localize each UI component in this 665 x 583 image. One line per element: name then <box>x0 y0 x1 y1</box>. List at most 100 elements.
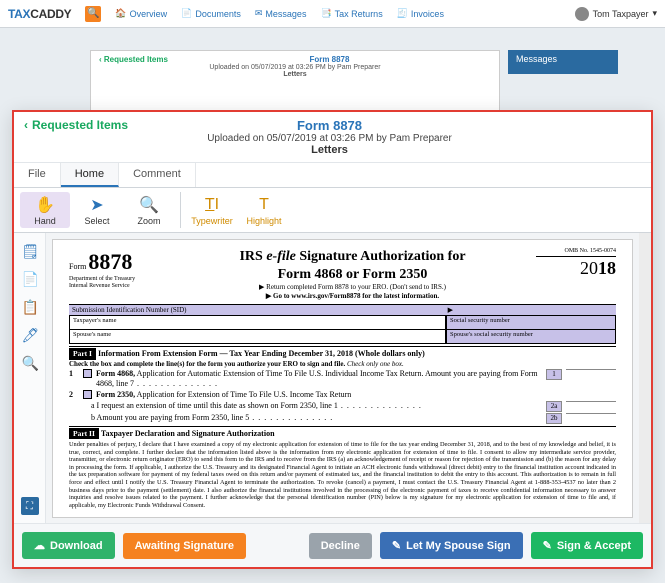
nav-tax-returns-label: Tax Returns <box>335 9 383 19</box>
nav-documents[interactable]: 📄 Documents <box>181 8 241 19</box>
user-menu[interactable]: Tom Taxpayer ▾ <box>575 7 657 21</box>
doc-form-number: 8878 <box>88 249 132 274</box>
document-pane[interactable]: Form 8878 Department of the Treasury Int… <box>46 233 639 523</box>
vertical-scrollbar[interactable] <box>639 233 651 523</box>
nav-documents-label: Documents <box>195 9 241 19</box>
zoom-icon: 🔍 <box>139 194 159 216</box>
nav-invoices-label: Invoices <box>411 9 444 19</box>
checkbox-2350[interactable] <box>83 390 92 399</box>
nav-overview-label: Overview <box>130 9 168 19</box>
doc-part2-title: Taxpayer Declaration and Signature Autho… <box>101 429 275 438</box>
modal-letters: Letters <box>128 144 531 156</box>
doc-line2b-text: b Amount you are paying from Form 2350, … <box>91 413 538 423</box>
action-bar: ☁ Download Awaiting Signature Decline ✎ … <box>14 523 651 567</box>
tool-select[interactable]: ➤ Select <box>72 192 122 228</box>
doc-dept1: Department of the Treasury <box>69 276 169 284</box>
nav-messages[interactable]: ✉ Messages <box>255 8 307 19</box>
stamp-icon[interactable]: 🖊 <box>22 327 38 343</box>
highlight-icon: T <box>259 194 269 216</box>
tab-comment[interactable]: Comment <box>119 163 196 187</box>
doc-line2-num: 2 <box>69 390 79 400</box>
viewer-toolbar: ✋ Hand ➤ Select 🔍 Zoom T̲I Typewriter T … <box>14 188 651 233</box>
sign-accept-button[interactable]: ✎ Sign & Accept <box>531 532 643 559</box>
brand-a: TAX <box>8 7 30 21</box>
doc-line2a-text: a I request an extension of time until t… <box>91 401 538 411</box>
pen-icon: ✎ <box>543 539 552 552</box>
user-name: Tom Taxpayer <box>593 9 649 19</box>
doc-declaration-text: Under penalties of perjury, I declare th… <box>69 441 616 509</box>
tool-typewriter-label: Typewriter <box>191 216 233 226</box>
sid-arrow-icon: ▶ <box>448 306 453 315</box>
document-modal: ‹ Requested Items Form 8878 Uploaded on … <box>12 110 653 569</box>
page-icon[interactable]: 📄 <box>22 271 38 287</box>
viewer-sidebar: 🗒 📄 📋 🖊 🔍 ⛶ <box>14 233 46 523</box>
doc-part1-title: Information From Extension Form — Tax Ye… <box>98 349 425 358</box>
doc-line1-text: Form 4868, Application for Automatic Ext… <box>96 369 538 389</box>
bg-requested-items: ‹ Requested Items <box>99 55 168 64</box>
back-requested-items[interactable]: ‹ Requested Items <box>24 118 128 132</box>
doc-checkline: Check the box and complete the line(s) f… <box>69 360 616 369</box>
doc-sub1: ▶ Return completed Form 8878 to your ERO… <box>179 283 526 292</box>
doc-omb: OMB No. 1545-0074 <box>536 248 616 257</box>
typewriter-icon: T̲I <box>205 194 219 216</box>
doc-line1-cell: 1 <box>546 369 562 380</box>
doc-year-a: 20 <box>580 258 598 278</box>
modal-title: Form 8878 <box>128 118 531 133</box>
bg-sub: Uploaded on 05/07/2019 at 03:26 PM by Pa… <box>99 64 491 71</box>
nav-messages-label: Messages <box>265 9 306 19</box>
back-label: Requested Items <box>32 118 128 132</box>
cloud-download-icon: ☁ <box>34 539 45 552</box>
tool-zoom[interactable]: 🔍 Zoom <box>124 192 174 228</box>
tool-zoom-label: Zoom <box>137 216 160 226</box>
cursor-icon: ➤ <box>90 194 103 216</box>
tool-hand[interactable]: ✋ Hand <box>20 192 70 228</box>
search-icon[interactable]: 🔍 <box>85 6 101 22</box>
tool-highlight[interactable]: T Highlight <box>239 192 289 228</box>
modal-subtitle: Uploaded on 05/07/2019 at 03:26 PM by Pa… <box>128 133 531 144</box>
doc-line2b-cell: 2b <box>546 413 562 424</box>
doc-spouse-name: Spouse's name <box>69 330 446 344</box>
awaiting-signature-badge: Awaiting Signature <box>123 533 246 559</box>
doc-sub2: ▶ Go to www.irs.gov/Form8878 for the lat… <box>179 292 526 301</box>
doc-spouse-ssn: Spouse's social security number <box>446 330 616 344</box>
avatar <box>575 7 589 21</box>
nav-tax-returns[interactable]: 📑 Tax Returns <box>320 8 382 19</box>
doc-line1-num: 1 <box>69 369 79 379</box>
awaiting-label: Awaiting Signature <box>135 540 234 552</box>
clipboard-icon[interactable]: 📋 <box>22 299 38 315</box>
doc-part2: Part II <box>69 428 99 439</box>
viewer-body: 🗒 📄 📋 🖊 🔍 ⛶ Form 8878 Department of the … <box>14 233 651 523</box>
download-button[interactable]: ☁ Download <box>22 532 115 559</box>
doc-dept2: Internal Revenue Service <box>69 283 169 291</box>
search-side-icon[interactable]: 🔍 <box>22 355 38 371</box>
nav-invoices[interactable]: 🧾 Invoices <box>397 8 444 19</box>
tool-typewriter[interactable]: T̲I Typewriter <box>187 192 237 228</box>
sign-label: Sign & Accept <box>557 540 631 552</box>
checkbox-4868[interactable] <box>83 369 92 378</box>
download-label: Download <box>50 540 103 552</box>
doc-part1: Part I <box>69 348 96 359</box>
decline-button[interactable]: Decline <box>309 533 372 559</box>
doc-taxpayer-name: Taxpayer's name <box>69 316 446 330</box>
tab-home[interactable]: Home <box>61 163 119 187</box>
tab-file[interactable]: File <box>14 163 61 187</box>
tool-highlight-label: Highlight <box>246 216 281 226</box>
let-spouse-sign-button[interactable]: ✎ Let My Spouse Sign <box>380 532 523 559</box>
document-page: Form 8878 Department of the Treasury Int… <box>52 239 633 518</box>
pen-icon: ✎ <box>392 539 401 552</box>
doc-line2-text: Form 2350, Application for Extension of … <box>96 390 616 400</box>
nav-overview[interactable]: 🏠 Overview <box>115 8 167 19</box>
bg-messages-panel: Messages <box>508 50 618 74</box>
viewer-tabs: File Home Comment <box>14 163 651 188</box>
fullscreen-icon[interactable]: ⛶ <box>21 497 39 515</box>
modal-header: ‹ Requested Items Form 8878 Uploaded on … <box>14 112 651 163</box>
bg-letters: Letters <box>99 71 491 78</box>
brand-b: CADDY <box>30 7 71 21</box>
doc-year-b: 18 <box>598 258 616 278</box>
doc-taxpayer-ssn: Social security number <box>446 316 616 330</box>
tool-select-label: Select <box>84 216 109 226</box>
top-nav: TAXCADDY 🔍 🏠 Overview 📄 Documents ✉ Mess… <box>0 0 665 28</box>
sticky-note-icon[interactable]: 🗒 <box>22 243 38 259</box>
doc-sid-row: Submission Identification Number (SID) ▶ <box>69 305 616 317</box>
hand-icon: ✋ <box>35 194 55 216</box>
